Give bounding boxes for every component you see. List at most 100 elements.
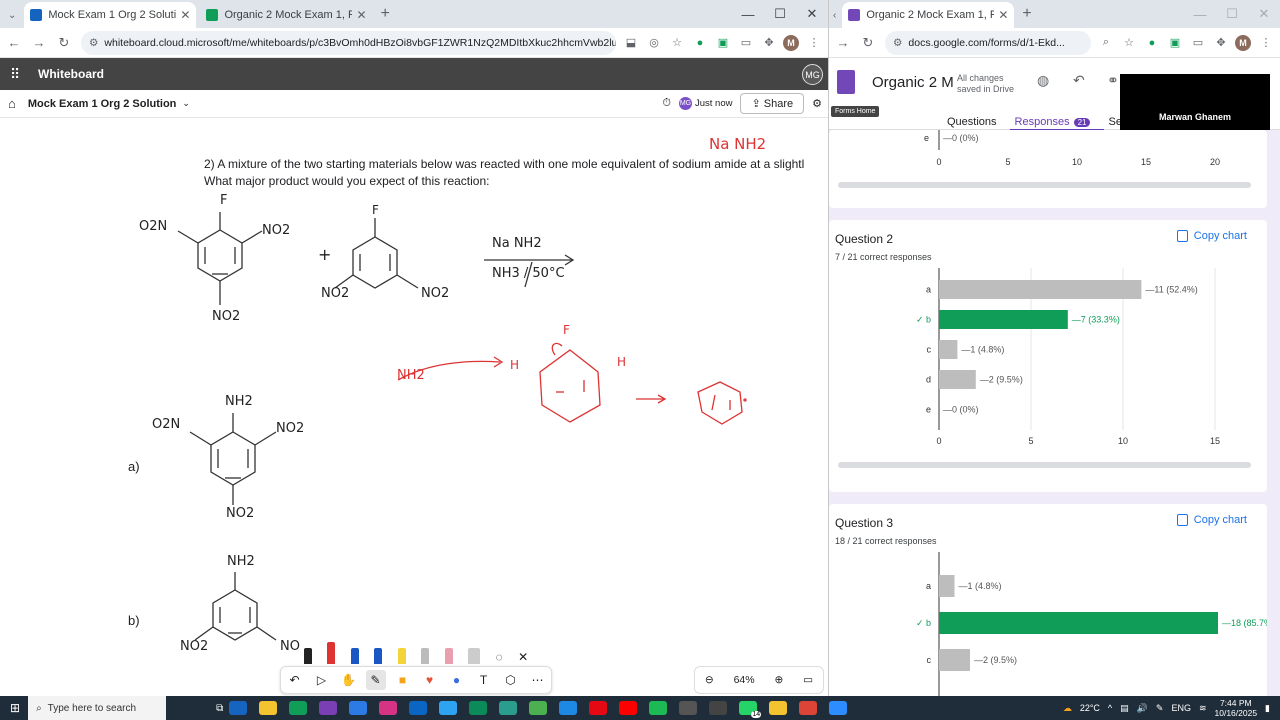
extension-icon[interactable]: ▣ (714, 34, 732, 52)
blue-pen-2-icon[interactable] (374, 648, 383, 664)
eraser-icon[interactable] (468, 648, 481, 664)
profile-avatar[interactable]: M (783, 34, 799, 51)
chrome-icon[interactable] (529, 701, 548, 715)
copy-chart-button[interactable]: Copy chart (1176, 230, 1247, 242)
forward-icon[interactable]: → (28, 35, 50, 50)
reactions-icon[interactable]: ♥ (420, 670, 440, 690)
form-title[interactable]: Organic 2 M (872, 74, 954, 91)
copy-chart-button[interactable]: Copy chart (1176, 514, 1247, 526)
palette-icon[interactable]: ◍ (1037, 72, 1049, 89)
tab-scroll-icon[interactable]: ‹ (833, 10, 836, 21)
volume-icon[interactable]: 🔊 (1137, 703, 1148, 714)
taskbar-search[interactable]: ⌕ Type here to search (28, 696, 167, 720)
wifi-icon[interactable]: ≋ (1199, 703, 1207, 714)
todo-icon[interactable] (559, 701, 578, 715)
chatgpt-icon[interactable] (709, 701, 728, 715)
pen-icon[interactable]: ✎ (1156, 703, 1164, 714)
tab-forms-active[interactable]: Organic 2 Mock Exam 1, Fall 20 ✕ (842, 2, 1015, 28)
close-tray-icon[interactable]: ✕ (518, 650, 528, 664)
sticky-note-icon[interactable]: ■ (393, 670, 413, 690)
tab-whiteboard[interactable]: Mock Exam 1 Org 2 Solution | W ✕ (24, 2, 197, 28)
grammarly-taskbar-icon[interactable] (499, 701, 518, 715)
netflix-icon[interactable] (589, 701, 608, 715)
puzzle-extensions-icon[interactable]: ✥ (1212, 34, 1230, 52)
bookmark-star-icon[interactable]: ☆ (1120, 34, 1138, 52)
language[interactable]: ENG (1171, 703, 1191, 713)
green-app-icon[interactable] (289, 701, 308, 715)
blue-pen-icon[interactable] (350, 648, 359, 664)
windows-start-icon[interactable]: ⊞ (10, 701, 20, 715)
close-window-icon[interactable]: ✕ (796, 6, 828, 22)
chrome-2-icon[interactable] (799, 701, 818, 715)
grammarly-icon[interactable]: ● (691, 34, 709, 52)
reload-icon[interactable]: ↻ (857, 35, 879, 51)
close-window-icon[interactable]: ✕ (1248, 6, 1280, 22)
clock[interactable]: 7:44 PM 10/16/2025 (1215, 698, 1258, 718)
zoom-lens-icon[interactable]: ⌕ (1097, 34, 1115, 52)
extension-icon[interactable]: ▣ (1166, 34, 1184, 52)
new-tab-icon[interactable]: + (1022, 5, 1031, 23)
close-tab-icon[interactable]: ✕ (356, 8, 366, 22)
zoom-out-icon[interactable]: ⊖ (705, 674, 714, 686)
site-info-icon[interactable]: ⚙ (893, 37, 902, 49)
app-icon[interactable] (679, 701, 698, 715)
back-icon[interactable]: ← (3, 35, 25, 50)
gray-pen-icon[interactable] (421, 648, 430, 664)
spotify-icon[interactable] (649, 701, 668, 715)
undo-icon[interactable]: ↶ (1073, 72, 1085, 89)
more-icon[interactable]: ⋯ (528, 670, 548, 690)
reader-icon[interactable]: ▭ (1189, 34, 1207, 52)
outlook-icon[interactable] (409, 701, 428, 715)
pink-pen-icon[interactable] (444, 648, 453, 664)
profile-avatar[interactable]: M (1235, 34, 1251, 51)
sticky-notes-icon[interactable] (769, 701, 788, 715)
instagram-icon[interactable] (379, 701, 398, 715)
store-icon[interactable] (229, 701, 248, 715)
black-pen-icon[interactable] (303, 648, 312, 664)
text-icon[interactable]: T (474, 670, 494, 690)
tab-search-icon[interactable]: ⌄ (8, 10, 16, 21)
tab-forms[interactable]: Organic 2 Mock Exam 1, Fall 20 ✕ (200, 2, 372, 28)
select-icon[interactable]: ▷ (312, 670, 332, 690)
hand-icon[interactable]: ✋ (339, 670, 359, 690)
vscode-icon[interactable] (349, 701, 368, 715)
shapes-icon[interactable]: ● (447, 670, 467, 690)
maximize-icon[interactable]: ☐ (1216, 6, 1248, 22)
weather-icon[interactable]: ☁ (1063, 703, 1072, 714)
user-avatar[interactable]: MG (802, 64, 823, 85)
tab-questions[interactable]: Questions (947, 116, 997, 128)
onenote-icon[interactable] (319, 701, 338, 715)
undo-icon[interactable]: ↶ (285, 670, 305, 690)
timer-icon[interactable]: ⏱ (662, 97, 671, 110)
task-view-icon[interactable]: ⧉ (216, 703, 223, 714)
whiteboard-canvas[interactable]: Na NH2 2) A mixture of the two starting … (0, 118, 828, 696)
tray-chevron-icon[interactable]: ^ (1108, 703, 1112, 713)
document-title[interactable]: Mock Exam 1 Org 2 Solution (28, 98, 177, 110)
whatsapp-icon[interactable]: 14 (739, 701, 762, 718)
chevron-down-icon[interactable]: ⌄ (182, 98, 190, 109)
eye-off-icon[interactable]: ◎ (645, 34, 663, 52)
minimize-icon[interactable]: — (1184, 7, 1216, 22)
file-explorer-icon[interactable] (259, 701, 278, 715)
responses-area[interactable]: e —0 (0%) 0 5 10 15 20 Question 2 7 / 21 corre… (829, 130, 1280, 696)
url-field[interactable]: ⚙ whiteboard.cloud.microsoft/me/whiteboa… (81, 30, 616, 55)
link-icon[interactable]: ⚭ (1107, 72, 1119, 89)
forward-icon[interactable]: → (832, 35, 854, 50)
app-launcher-icon[interactable]: ⠿ (10, 66, 24, 83)
red-pen-icon[interactable] (327, 642, 336, 664)
reload-icon[interactable]: ↻ (53, 35, 75, 51)
mail-icon[interactable] (439, 701, 458, 715)
settings-gear-icon[interactable]: ⚙ (812, 97, 822, 110)
zoom-icon[interactable] (829, 701, 848, 715)
home-icon[interactable]: ⌂ (8, 96, 16, 111)
zoom-in-icon[interactable]: ⊕ (774, 674, 783, 686)
zoom-level[interactable]: 64% (734, 674, 755, 686)
edge-icon[interactable] (469, 701, 488, 715)
tab-responses[interactable]: Responses 21 (1015, 116, 1091, 128)
maximize-icon[interactable]: ☐ (764, 6, 796, 22)
bookmark-star-icon[interactable]: ☆ (668, 34, 686, 52)
new-tab-icon[interactable]: + (381, 5, 390, 23)
more-shapes-icon[interactable]: ⬡ (501, 670, 521, 690)
youtube-icon[interactable] (619, 701, 638, 715)
minimize-icon[interactable]: — (732, 7, 764, 22)
